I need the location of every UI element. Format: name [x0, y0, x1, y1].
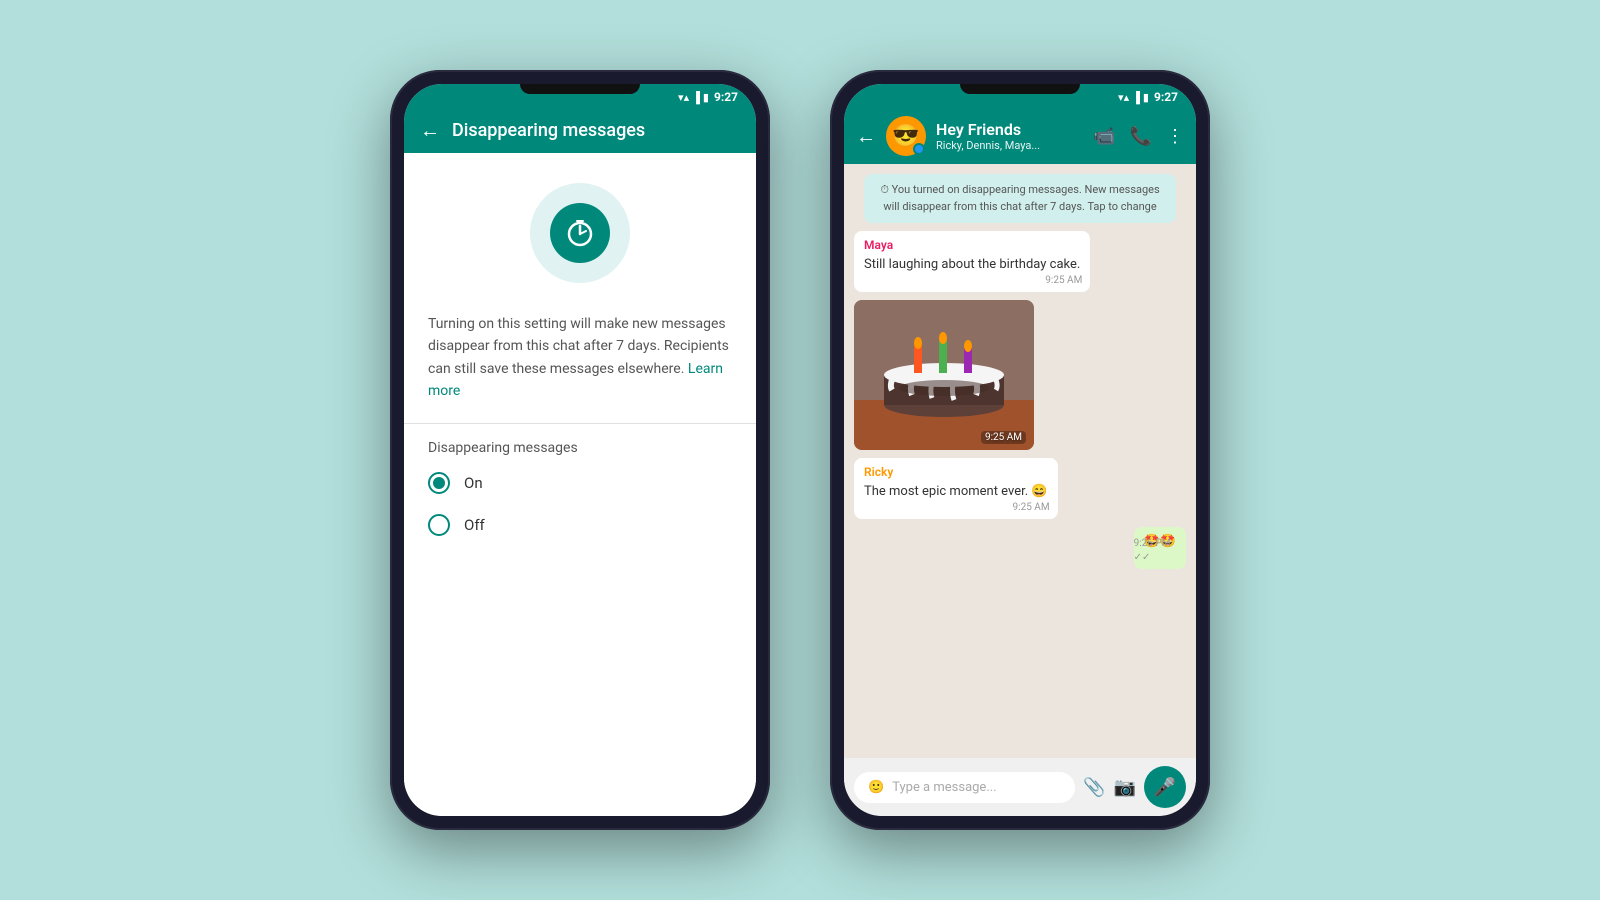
battery-icon: ▮: [703, 91, 709, 104]
timer-dot-icon: [915, 145, 923, 153]
msg-text-ricky: The most epic moment ever. 😄: [864, 483, 1048, 501]
phone-settings: ▾▴ ▐ ▮ 9:27 ← Disappearing messages: [390, 70, 770, 830]
msg-sender-maya: Maya: [864, 237, 1080, 254]
radio-on[interactable]: [428, 472, 450, 494]
status-time-2: 9:27: [1154, 90, 1178, 104]
msg-sent: 🤩🤩 9:26 PM ✓✓: [1134, 527, 1186, 569]
status-time-1: 9:27: [714, 90, 738, 104]
settings-header: ← Disappearing messages: [404, 108, 756, 153]
description-text: Turning on this setting will make new me…: [428, 313, 732, 403]
attachment-icon[interactable]: 📎: [1083, 777, 1105, 798]
description-section: Turning on this setting will make new me…: [404, 303, 756, 424]
voice-call-icon[interactable]: 📞: [1130, 126, 1152, 147]
timer-emoji-system: ⏱: [880, 183, 889, 196]
back-button-1[interactable]: ←: [420, 118, 440, 143]
option-on[interactable]: On: [428, 472, 732, 494]
timer-svg: [564, 217, 596, 249]
label-on: On: [464, 474, 483, 492]
cake-svg: [854, 300, 1034, 450]
radio-off[interactable]: [428, 514, 450, 536]
scene: ▾▴ ▐ ▮ 9:27 ← Disappearing messages: [390, 70, 1210, 830]
settings-content: Turning on this setting will make new me…: [404, 153, 756, 816]
input-placeholder-text: Type a message...: [892, 780, 996, 795]
msg-maya: Maya Still laughing about the birthday c…: [854, 231, 1090, 292]
wifi-icon-2: ▾▴: [1118, 91, 1129, 104]
phone-notch: [520, 84, 640, 94]
disappearing-messages-label: Disappearing messages: [428, 440, 732, 456]
msg-time-ricky: 9:25 AM: [1013, 501, 1050, 515]
timer-icon-background: [530, 183, 630, 283]
video-call-icon[interactable]: 📹: [1093, 126, 1115, 147]
cake-image-bubble: 9:25 AM: [854, 300, 1034, 450]
chat-header-info: Hey Friends Ricky, Dennis, Maya...: [936, 120, 1083, 152]
chat-action-buttons: 📹 📞 ⋮: [1093, 126, 1184, 147]
chat-body: ⏱ You turned on disappearing messages. N…: [844, 164, 1196, 758]
msg-text-maya: Still laughing about the birthday cake.: [864, 256, 1080, 274]
timer-icon: [550, 203, 610, 263]
settings-title: Disappearing messages: [452, 120, 740, 141]
chat-input-bar: 🙂 Type a message... 📎 📷 🎤: [844, 758, 1196, 816]
label-off: Off: [464, 516, 485, 534]
option-off[interactable]: Off: [428, 514, 732, 536]
chat-members: Ricky, Dennis, Maya...: [936, 139, 1083, 152]
msg-time-sent: 9:26 PM ✓✓: [1134, 537, 1178, 565]
icon-section: [404, 153, 756, 303]
msg-ricky: Ricky The most epic moment ever. 😄 9:25 …: [854, 458, 1058, 519]
signal-icon: ▐: [692, 91, 700, 104]
signal-icon-2: ▐: [1132, 91, 1140, 104]
chat-group-name: Hey Friends: [936, 120, 1083, 139]
phone-notch-2: [960, 84, 1080, 94]
signal-icons-2: ▾▴ ▐ ▮: [1118, 91, 1149, 104]
wifi-icon: ▾▴: [678, 91, 689, 104]
battery-icon-2: ▮: [1143, 91, 1149, 104]
phone-chat: ▾▴ ▐ ▮ 9:27 ← 😎 Hey Fr: [830, 70, 1210, 830]
cake-image-time: 9:25 AM: [981, 431, 1026, 444]
mic-icon: 🎤: [1154, 777, 1176, 798]
system-message-text: You turned on disappearing messages. New…: [883, 183, 1159, 213]
emoji-icon[interactable]: 🙂: [868, 780, 884, 795]
chat-header: ← 😎 Hey Friends Ricky, Dennis, Maya... 📹: [844, 108, 1196, 164]
camera-icon[interactable]: 📷: [1114, 777, 1136, 798]
chat-avatar: 😎: [886, 116, 926, 156]
msg-sender-ricky: Ricky: [864, 464, 1048, 481]
cake-image: 9:25 AM: [854, 300, 1034, 450]
mic-button[interactable]: 🎤: [1144, 766, 1186, 808]
back-button-2[interactable]: ←: [856, 124, 876, 149]
system-message[interactable]: ⏱ You turned on disappearing messages. N…: [864, 174, 1176, 223]
chat-input-field[interactable]: 🙂 Type a message...: [854, 772, 1075, 803]
msg-time-maya: 9:25 AM: [1045, 274, 1082, 288]
avatar-status-dot: [913, 143, 925, 155]
signal-icons-1: ▾▴ ▐ ▮: [678, 91, 709, 104]
options-section: Disappearing messages On Off: [404, 424, 756, 572]
more-options-icon[interactable]: ⋮: [1166, 126, 1184, 147]
